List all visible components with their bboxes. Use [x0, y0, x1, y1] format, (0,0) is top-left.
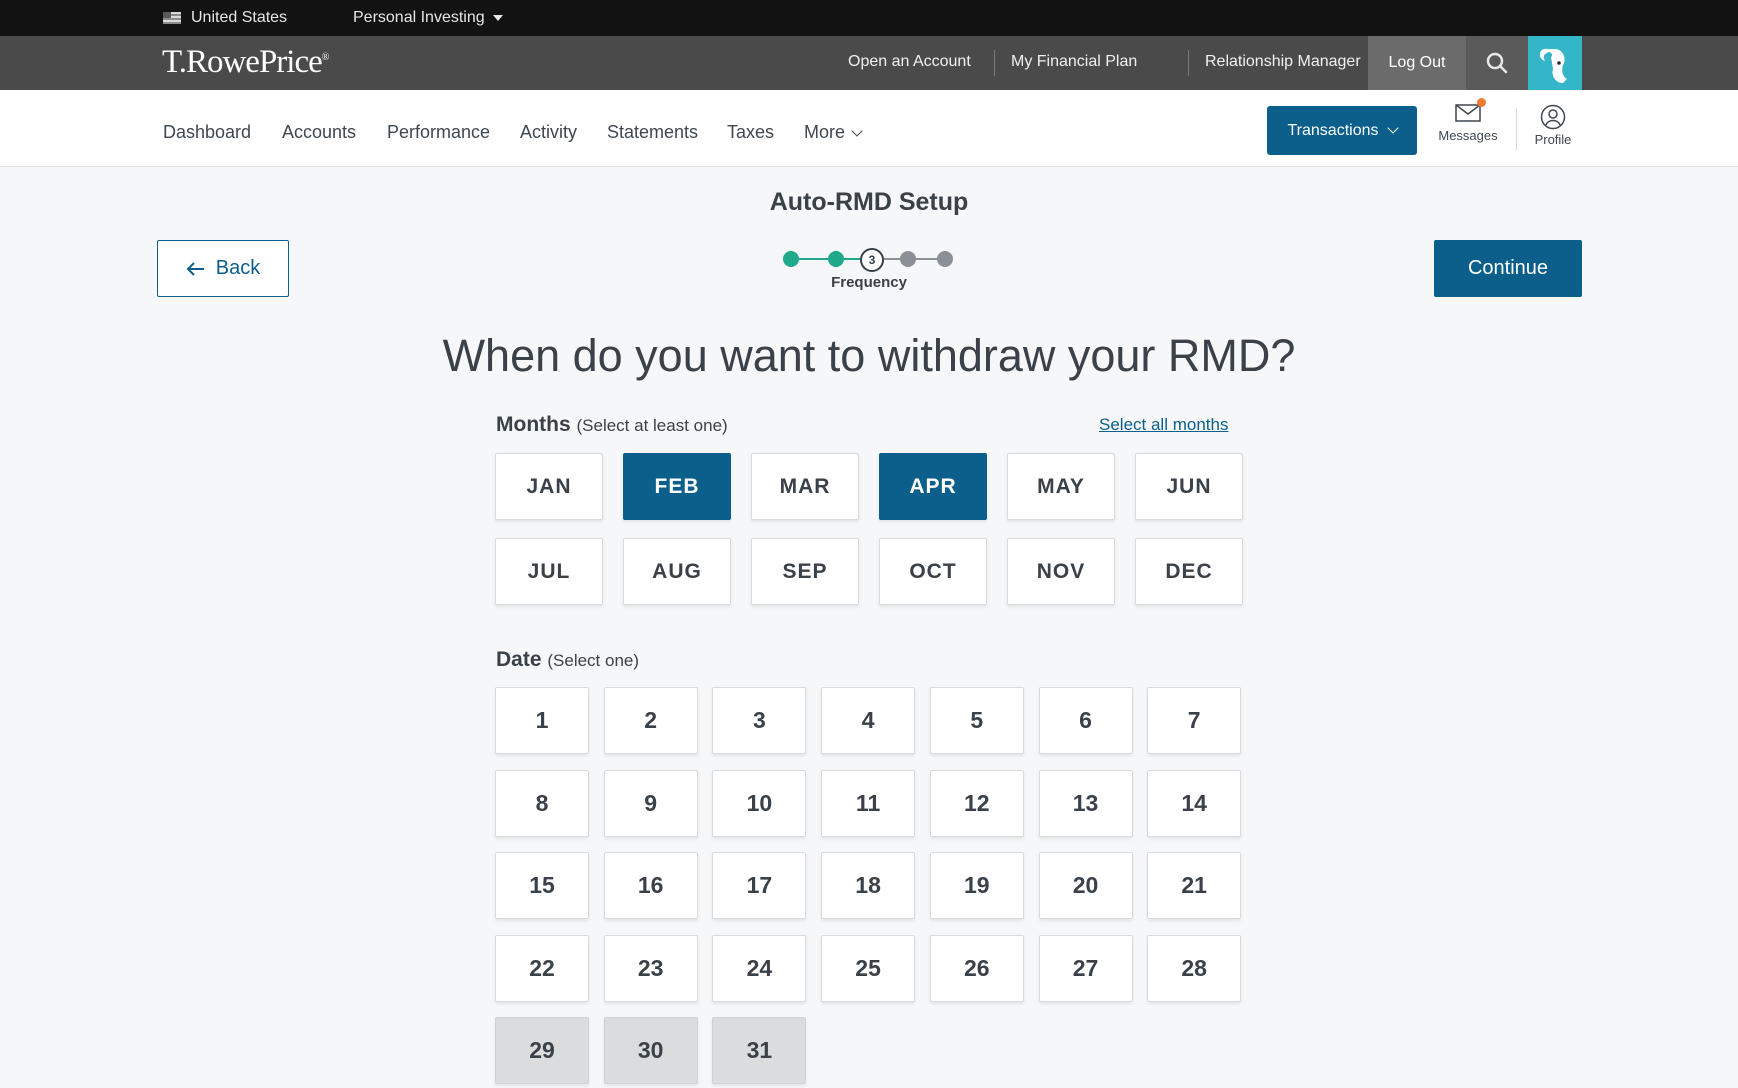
select-all-months-link[interactable]: Select all months: [1099, 415, 1228, 435]
us-flag-icon: [163, 12, 181, 24]
open-account-link[interactable]: Open an Account: [848, 53, 971, 71]
month-oct-button[interactable]: OCT: [879, 538, 987, 605]
date-8-button[interactable]: 8: [495, 769, 589, 837]
step-4-todo: [900, 251, 916, 267]
date-29-button[interactable]: 29: [495, 1017, 589, 1084]
date-2-button[interactable]: 2: [603, 687, 698, 754]
progress-stepper: 3: [783, 248, 955, 272]
step-1-done: [783, 251, 799, 267]
months-label: Months (Select at least one): [496, 413, 728, 436]
date-22-button[interactable]: 22: [495, 934, 589, 1002]
date-27-button[interactable]: 27: [1038, 934, 1133, 1002]
profile-button[interactable]: Profile: [1520, 104, 1586, 147]
link-divider: [1188, 50, 1189, 76]
logo[interactable]: T.RowePrice®: [162, 44, 329, 81]
brand-bar: T.RowePrice® Open an Account My Financia…: [0, 36, 1738, 90]
financial-plan-link[interactable]: My Financial Plan: [1011, 53, 1137, 71]
month-dec-button[interactable]: DEC: [1135, 538, 1243, 605]
step-2-done: [828, 251, 844, 267]
page-title: Auto-RMD Setup: [769, 188, 969, 216]
step-3-current: 3: [860, 248, 884, 272]
date-3-button[interactable]: 3: [712, 687, 807, 754]
date-6-button[interactable]: 6: [1038, 687, 1133, 754]
transactions-button[interactable]: Transactions: [1267, 106, 1417, 155]
relationship-manager-link[interactable]: Relationship Manager: [1205, 53, 1361, 71]
nav-activity[interactable]: Activity: [520, 122, 577, 143]
date-25-button[interactable]: 25: [821, 934, 916, 1002]
nav-statements[interactable]: Statements: [607, 122, 698, 143]
segment-selector[interactable]: Personal Investing: [353, 9, 503, 27]
search-button[interactable]: [1466, 36, 1528, 90]
ram-logo: [1528, 36, 1582, 90]
months-hint: (Select at least one): [576, 416, 728, 435]
nav-performance[interactable]: Performance: [387, 122, 490, 143]
month-nov-button[interactable]: NOV: [1007, 538, 1115, 605]
profile-icon: [1540, 104, 1566, 130]
caret-down-icon: [492, 15, 503, 21]
month-mar-button[interactable]: MAR: [751, 453, 859, 520]
step-label: Frequency: [831, 274, 907, 291]
month-apr-button[interactable]: APR: [879, 453, 987, 520]
transactions-label: Transactions: [1287, 121, 1379, 139]
month-feb-button[interactable]: FEB: [623, 453, 731, 520]
date-26-button[interactable]: 26: [929, 934, 1024, 1002]
date-4-button[interactable]: 4: [821, 687, 916, 754]
step-line-done: [791, 258, 860, 260]
chevron-down-icon: [1386, 121, 1399, 134]
search-icon: [1486, 52, 1508, 74]
notification-badge: [1477, 98, 1486, 107]
date-18-button[interactable]: 18: [821, 852, 916, 919]
top-bar: United States Personal Investing: [0, 0, 1738, 36]
month-aug-button[interactable]: AUG: [623, 538, 731, 605]
country-label: United States: [191, 9, 288, 26]
date-19-button[interactable]: 19: [929, 852, 1024, 919]
month-jun-button[interactable]: JUN: [1135, 453, 1243, 520]
nav-taxes[interactable]: Taxes: [727, 122, 774, 143]
date-20-button[interactable]: 20: [1038, 852, 1133, 919]
nav-accounts[interactable]: Accounts: [282, 122, 356, 143]
chevron-down-icon: [851, 125, 863, 137]
date-30-button[interactable]: 30: [603, 1017, 698, 1084]
date-label: Date (Select one): [496, 648, 640, 671]
nav-more-label: More: [804, 122, 846, 142]
step-5-todo: [937, 251, 953, 267]
date-12-button[interactable]: 12: [929, 769, 1024, 837]
date-1-button[interactable]: 1: [495, 687, 589, 754]
nav-more[interactable]: More: [804, 122, 863, 143]
month-jan-button[interactable]: JAN: [495, 453, 603, 520]
date-23-button[interactable]: 23: [603, 934, 698, 1002]
month-sep-button[interactable]: SEP: [751, 538, 859, 605]
profile-label: Profile: [1534, 132, 1572, 147]
date-28-button[interactable]: 28: [1147, 934, 1242, 1002]
date-hint: (Select one): [547, 651, 640, 670]
date-16-button[interactable]: 16: [603, 852, 698, 919]
messages-label: Messages: [1438, 128, 1498, 143]
date-31-button[interactable]: 31: [712, 1017, 807, 1084]
country-selector[interactable]: United States: [163, 9, 287, 27]
logout-button[interactable]: Log Out: [1368, 36, 1466, 90]
date-5-button[interactable]: 5: [929, 687, 1024, 754]
date-9-button[interactable]: 9: [603, 769, 698, 837]
month-jul-button[interactable]: JUL: [495, 538, 603, 605]
date-10-button[interactable]: 10: [712, 769, 807, 837]
date-15-button[interactable]: 15: [495, 852, 589, 919]
messages-button[interactable]: Messages: [1428, 98, 1508, 143]
date-17-button[interactable]: 17: [712, 852, 807, 919]
date-24-button[interactable]: 24: [712, 934, 807, 1002]
nav-dashboard[interactable]: Dashboard: [163, 122, 251, 143]
segment-label: Personal Investing: [353, 9, 485, 26]
date-21-button[interactable]: 21: [1147, 852, 1242, 919]
ram-logo-icon: [1539, 48, 1567, 83]
question-heading: When do you want to withdraw your RMD?: [442, 330, 1296, 381]
date-13-button[interactable]: 13: [1038, 769, 1133, 837]
main-nav: Dashboard Accounts Performance Activity …: [0, 90, 1738, 167]
link-divider: [994, 50, 995, 76]
date-11-button[interactable]: 11: [821, 769, 916, 837]
date-7-button[interactable]: 7: [1147, 687, 1242, 754]
nav-divider: [1516, 108, 1517, 150]
date-14-button[interactable]: 14: [1147, 769, 1242, 837]
month-may-button[interactable]: MAY: [1007, 453, 1115, 520]
envelope-icon: [1455, 98, 1486, 122]
